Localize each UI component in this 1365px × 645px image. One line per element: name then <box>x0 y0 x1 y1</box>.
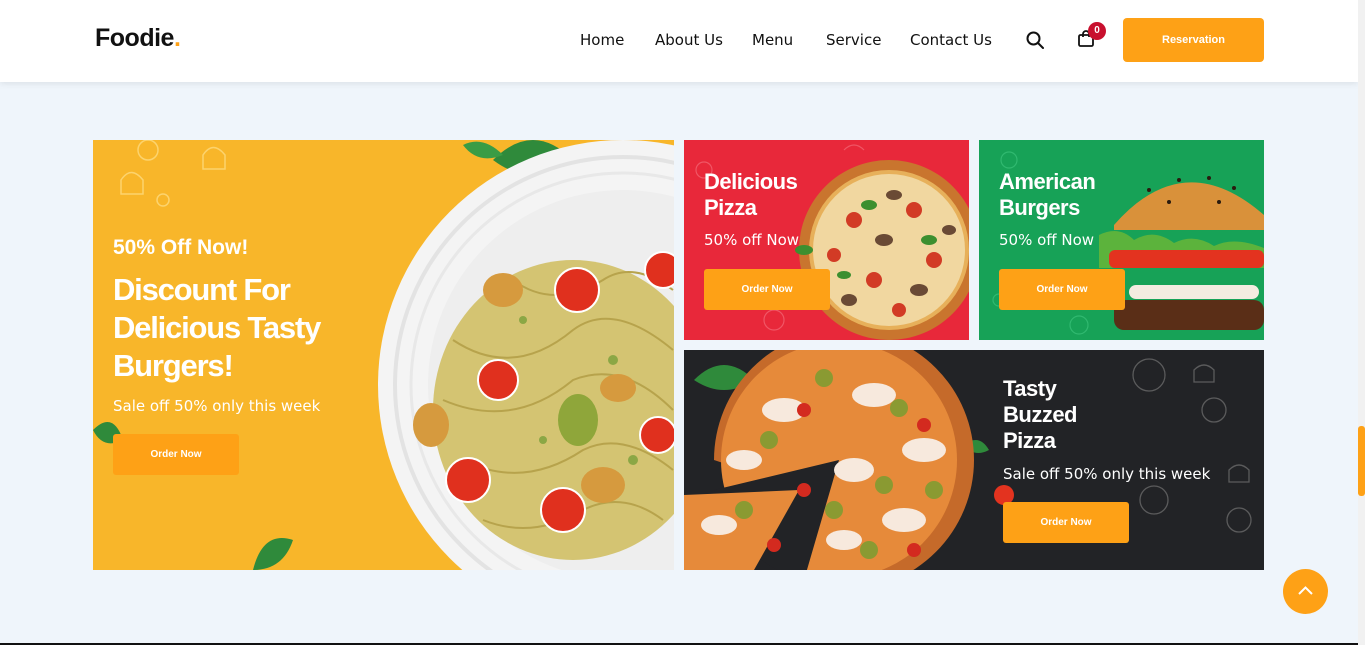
search-icon[interactable] <box>1026 31 1044 49</box>
reservation-button[interactable]: Reservation <box>1123 18 1264 62</box>
promo-card-main: 50% Off Now! Discount For Delicious Tast… <box>93 140 674 570</box>
nav-home[interactable]: Home <box>580 31 624 49</box>
main-title-line-1: Discount For <box>113 272 291 307</box>
nav-service[interactable]: Service <box>826 31 881 49</box>
cart-count-badge: 0 <box>1088 22 1106 40</box>
promo-card-burger: American Burgers 50% off Now Order Now <box>979 140 1264 340</box>
nav-about-us[interactable]: About Us <box>655 31 723 49</box>
pizza-order-now-button[interactable]: Order Now <box>704 269 830 310</box>
site-header: Foodie. Home About Us Menu Service Conta… <box>0 0 1358 82</box>
pizza-subtitle: 50% off Now <box>704 231 800 249</box>
promo-card-buzzed-pizza: Tasty Buzzed Pizza Sale off 50% only thi… <box>684 350 1264 570</box>
main-title-line-3: Burgers! <box>113 348 234 383</box>
burger-title-line-1: American <box>999 169 1096 194</box>
burger-order-now-button[interactable]: Order Now <box>999 269 1125 310</box>
pizza-title-line-1: Delicious <box>704 169 798 194</box>
main-title-line-2: Delicious Tasty <box>113 310 321 345</box>
main-eyebrow: 50% Off Now! <box>113 236 249 259</box>
buzzed-subtitle: Sale off 50% only this week <box>1003 465 1211 483</box>
nav-contact-us[interactable]: Contact Us <box>910 31 992 49</box>
logo[interactable]: Foodie. <box>95 24 181 53</box>
burger-title-line-2: Burgers <box>999 195 1080 220</box>
logo-dot: . <box>173 24 181 52</box>
promo-card-pizza: Delicious Pizza 50% off Now Order Now <box>684 140 969 340</box>
main-order-now-button[interactable]: Order Now <box>113 434 239 475</box>
main-subtitle: Sale off 50% only this week <box>113 397 321 415</box>
buzzed-title-line-3: Pizza <box>1003 428 1056 453</box>
nav-menu[interactable]: Menu <box>752 31 793 49</box>
pizza-title-line-2: Pizza <box>704 195 757 220</box>
back-to-top-button[interactable] <box>1283 569 1328 614</box>
buzzed-order-now-button[interactable]: Order Now <box>1003 502 1129 543</box>
burger-subtitle: 50% off Now <box>999 231 1095 249</box>
buzzed-pizza-image <box>684 350 1252 570</box>
buzzed-title-line-2: Buzzed <box>1003 402 1078 427</box>
page-scrollbar-thumb[interactable] <box>1358 426 1365 496</box>
logo-text: Foodie <box>95 24 174 52</box>
buzzed-title-line-1: Tasty <box>1003 376 1057 401</box>
arrow-up-icon <box>1298 586 1313 595</box>
page-scrollbar[interactable] <box>1358 0 1365 645</box>
